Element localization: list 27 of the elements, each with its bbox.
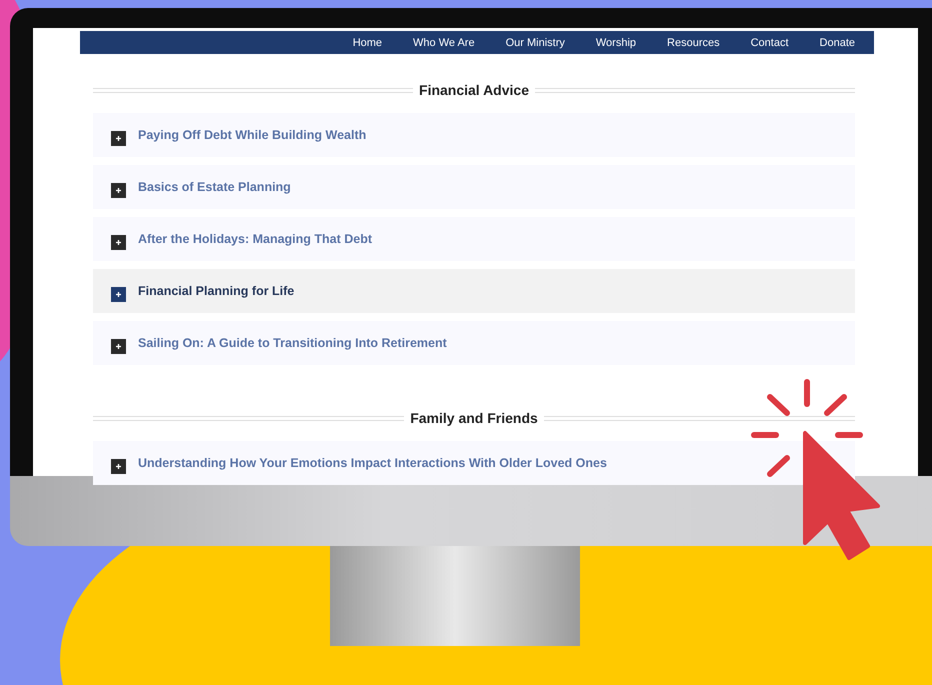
accordion-title: Sailing On: A Guide to Transitioning Into Retirement <box>138 336 447 350</box>
expand-plus-icon[interactable] <box>111 338 126 354</box>
nav-link[interactable]: Donate <box>820 36 855 48</box>
accordion-row[interactable]: Sailing On: A Guide to Transitioning Into Retirement <box>93 321 855 365</box>
accordion-row[interactable]: Understanding How Your Emotions Impact Interactions With Older Loved Ones <box>93 441 855 485</box>
expand-plus-icon[interactable] <box>111 286 126 302</box>
nav-link[interactable]: Contact <box>750 36 789 48</box>
expand-plus-icon[interactable] <box>111 234 126 250</box>
accordion-title: Financial Planning for Life <box>138 284 294 298</box>
section-heading: Family and Friends <box>410 410 538 426</box>
accordion-row[interactable]: Financial Planning for Life <box>93 269 855 313</box>
expand-plus-icon[interactable] <box>111 130 126 146</box>
accordion-title: Paying Off Debt While Building Wealth <box>138 128 366 142</box>
nav-link[interactable]: Resources <box>667 36 720 48</box>
nav-link[interactable]: Who We Are <box>413 36 475 48</box>
expand-plus-icon[interactable] <box>111 458 126 474</box>
nav-link[interactable]: Home <box>352 36 382 48</box>
section-heading: Financial Advice <box>419 82 529 98</box>
accordion-title: Understanding How Your Emotions Impact Interactions With Older Loved Ones <box>138 456 607 470</box>
accordion-title: Basics of Estate Planning <box>138 180 291 194</box>
accordion-row[interactable]: Basics of Estate Planning <box>93 165 855 209</box>
nav-link[interactable]: Our Ministry <box>506 36 565 48</box>
accordion-row[interactable]: Paying Off Debt While Building Wealth <box>93 113 855 157</box>
accordion-row[interactable]: After the Holidays: Managing That Debt <box>93 217 855 261</box>
nav-link[interactable]: Worship <box>596 36 636 48</box>
expand-plus-icon[interactable] <box>111 182 126 198</box>
accordion-title: After the Holidays: Managing That Debt <box>138 232 372 246</box>
